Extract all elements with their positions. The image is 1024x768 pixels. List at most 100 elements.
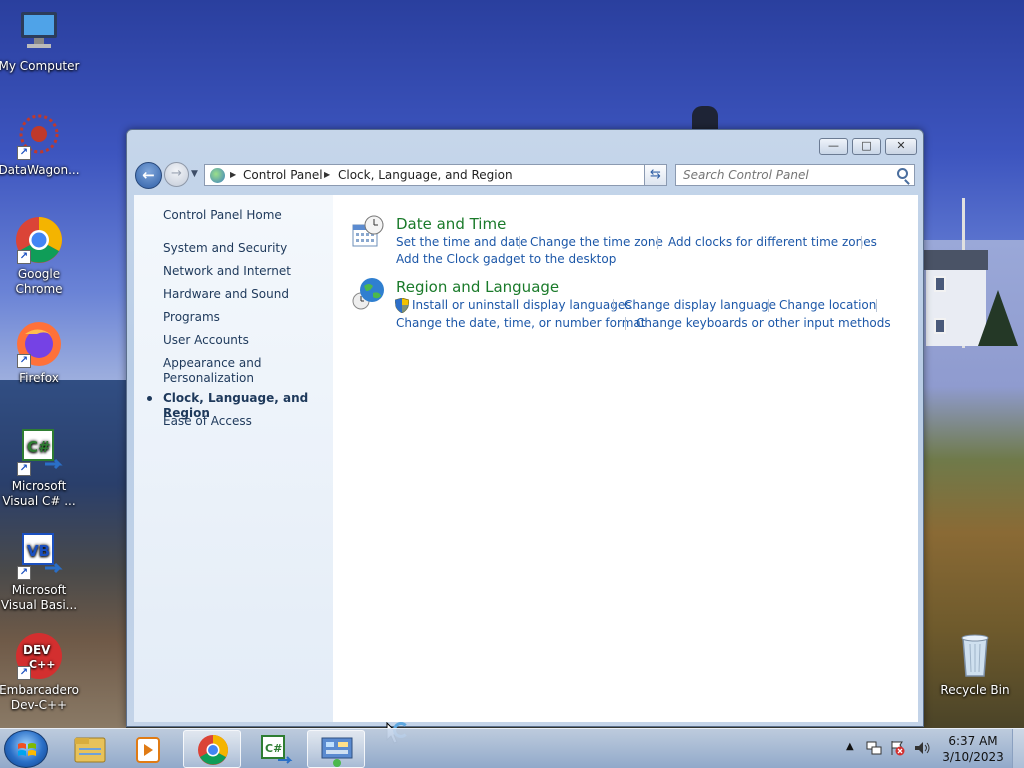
taskbar-chrome[interactable]	[183, 730, 241, 768]
task-separator	[519, 236, 520, 249]
taskbar: C# ▲ 6:37 AM 3/10/2023	[0, 728, 1024, 768]
shortcut-arrow-icon: ↗	[17, 250, 31, 264]
sidebar-item-user-accounts[interactable]: User Accounts	[163, 333, 249, 348]
task-change-display-language[interactable]: Change display language	[624, 298, 776, 313]
category-title-region-language[interactable]: Region and Language	[396, 278, 559, 296]
desktop-icon-visual-csharp[interactable]: C# ↗ Microsoft Visual C# ...	[0, 428, 81, 509]
wallpaper-lighthouse	[692, 106, 718, 130]
visual-basic-icon: VB ↗	[15, 532, 63, 580]
taskbar-explorer[interactable]	[61, 730, 119, 768]
breadcrumb-chevron-icon[interactable]: ▶	[324, 170, 330, 179]
task-add-clocks[interactable]: Add clocks for different time zones	[668, 235, 877, 250]
control-panel-window[interactable]: — □ ✕ ← → ▼ ▶ Control Panel ▶ Clock, Lan…	[126, 129, 924, 727]
search-icon[interactable]	[897, 168, 908, 179]
desktop-icon-firefox[interactable]: ↗ Firefox	[0, 320, 81, 386]
close-button[interactable]: ✕	[885, 138, 917, 155]
task-install-display-languages[interactable]: Install or uninstall display languages	[412, 298, 632, 313]
clock-date: 3/10/2023	[942, 750, 1004, 764]
taskbar-control-panel[interactable]	[307, 730, 365, 768]
sidebar-item-system-security[interactable]: System and Security	[163, 241, 287, 256]
system-clock[interactable]: 6:37 AM 3/10/2023	[940, 733, 1006, 765]
shortcut-arrow-icon: ↗	[17, 462, 31, 476]
navigation-bar: ← → ▼ ▶ Control Panel ▶ Clock, Language,…	[135, 162, 915, 190]
svg-text:VB: VB	[27, 542, 50, 560]
main-content: Date and Time Set the time and date Chan…	[333, 195, 918, 722]
task-change-time-zone[interactable]: Change the time zone	[530, 235, 663, 250]
breadcrumb-chevron-icon[interactable]: ▶	[230, 170, 236, 179]
visual-csharp-icon: C#	[261, 735, 293, 764]
maximize-button[interactable]: □	[852, 138, 881, 155]
sidebar-item-hardware-sound[interactable]: Hardware and Sound	[163, 287, 289, 302]
taskbar-media-player[interactable]	[120, 730, 178, 768]
sidebar-item-network-internet[interactable]: Network and Internet	[163, 264, 291, 279]
svg-text:DEV: DEV	[23, 643, 51, 657]
show-hidden-icons-button[interactable]: ▲	[846, 741, 854, 768]
desktop-icon-datawagon[interactable]: ↗ DataWagon...	[0, 112, 81, 178]
task-set-time-date[interactable]: Set the time and date	[396, 235, 527, 250]
taskbar-visual-csharp[interactable]: C#	[246, 730, 304, 768]
show-desktop-button[interactable]	[1012, 729, 1024, 768]
desktop-icon-recycle-bin[interactable]: Recycle Bin	[933, 632, 1017, 698]
task-change-formats[interactable]: Change the date, time, or number format	[396, 316, 645, 331]
sidebar: Control Panel Home System and Security N…	[134, 195, 333, 722]
start-button[interactable]	[4, 730, 48, 768]
refresh-button[interactable]: ⇆	[644, 164, 667, 186]
sidebar-item-control-panel-home[interactable]: Control Panel Home	[163, 208, 282, 223]
minimize-button[interactable]: —	[819, 138, 848, 155]
control-panel-icon	[321, 737, 353, 767]
explorer-icon	[74, 737, 106, 763]
desktop-icon-visual-basic[interactable]: VB ↗ Microsoft Visual Basi...	[0, 532, 81, 613]
control-panel-icon	[210, 168, 225, 183]
network-icon[interactable]	[866, 740, 882, 768]
desktop-icon-chrome[interactable]: ↗ Google Chrome	[0, 216, 81, 297]
task-separator	[625, 317, 626, 330]
devcpp-icon: DEV C++ ↗	[15, 632, 63, 680]
svg-text:C#: C#	[27, 438, 51, 456]
svg-text:C#: C#	[265, 742, 282, 755]
recent-pages-dropdown[interactable]: ▼	[191, 169, 198, 179]
clock-calendar-icon	[351, 215, 385, 249]
active-bullet-icon	[147, 396, 152, 401]
task-change-location[interactable]: Change location	[779, 298, 876, 313]
uac-shield-icon	[394, 297, 410, 314]
task-separator	[861, 236, 862, 249]
address-bar[interactable]: ▶ Control Panel ▶ Clock, Language, and R…	[204, 164, 666, 186]
shortcut-arrow-icon: ↗	[17, 566, 31, 580]
action-center-flag-icon[interactable]	[889, 740, 905, 768]
search-input[interactable]	[683, 165, 893, 185]
sidebar-item-appearance[interactable]: Appearance and Personalization	[163, 356, 283, 386]
task-separator	[613, 299, 614, 312]
shortcut-arrow-icon: ↗	[17, 146, 31, 160]
shortcut-arrow-icon: ↗	[17, 666, 31, 680]
shortcut-arrow-icon: ↗	[17, 354, 31, 368]
wallpaper-house-roof	[924, 250, 988, 270]
search-box[interactable]	[675, 164, 915, 186]
windows-logo-icon	[18, 743, 36, 756]
breadcrumb-control-panel[interactable]: Control Panel	[243, 168, 323, 183]
visual-csharp-icon: C# ↗	[15, 428, 63, 476]
chrome-icon	[198, 735, 228, 765]
forward-button[interactable]: →	[164, 162, 189, 187]
desktop-icon-my-computer[interactable]: My Computer	[0, 8, 81, 74]
clock-time: 6:37 AM	[948, 734, 998, 748]
chrome-icon: ↗	[15, 216, 63, 264]
volume-icon[interactable]	[913, 740, 931, 768]
media-player-icon	[136, 737, 160, 763]
back-button[interactable]: ←	[135, 162, 162, 189]
datawagon-icon: ↗	[15, 112, 63, 160]
category-title-date-time[interactable]: Date and Time	[396, 215, 506, 233]
task-separator	[768, 299, 769, 312]
globe-clock-icon	[351, 277, 385, 311]
task-add-clock-gadget[interactable]: Add the Clock gadget to the desktop	[396, 252, 616, 267]
breadcrumb-clock-language-region[interactable]: Clock, Language, and Region	[338, 168, 513, 183]
firefox-icon: ↗	[15, 320, 63, 368]
svg-text:C++: C++	[29, 658, 56, 671]
sidebar-item-programs[interactable]: Programs	[163, 310, 220, 325]
sidebar-item-ease-of-access[interactable]: Ease of Access	[163, 414, 252, 429]
recycle-bin-icon	[951, 632, 999, 680]
wallpaper-house-window	[934, 276, 946, 292]
desktop-icon-devcpp[interactable]: DEV C++ ↗ Embarcadero Dev-C++	[0, 632, 81, 713]
task-change-keyboards[interactable]: Change keyboards or other input methods	[636, 316, 891, 331]
wallpaper-tree	[978, 290, 1018, 346]
computer-icon	[15, 8, 63, 56]
